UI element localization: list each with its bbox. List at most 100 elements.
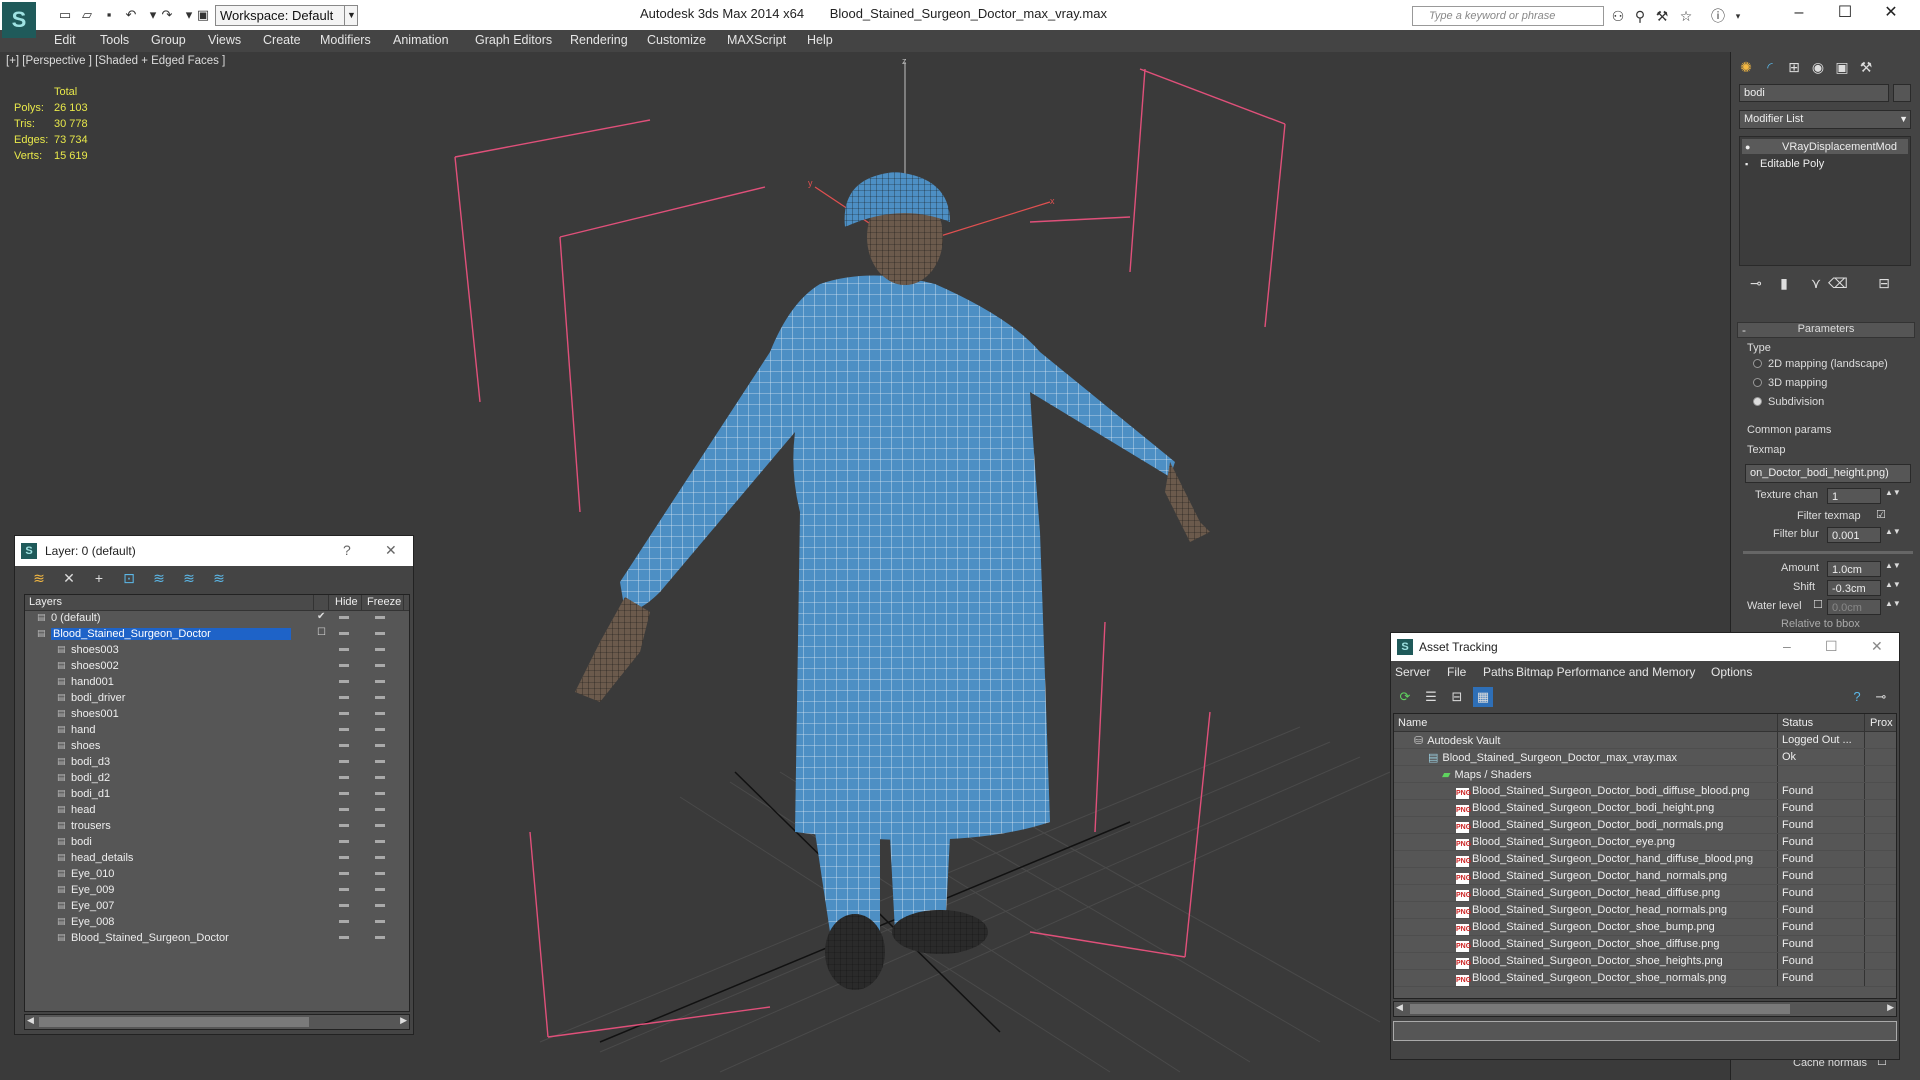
spinner-icon[interactable]: ▲▼ (1885, 527, 1901, 536)
column-status[interactable]: Status (1782, 717, 1813, 729)
freeze-toggle[interactable]: ▬ (375, 755, 389, 766)
freeze-toggle[interactable]: ▬ (375, 659, 389, 670)
freeze-toggle[interactable]: ▬ (375, 771, 389, 782)
freeze-toggle[interactable]: ▬ (375, 851, 389, 862)
hide-toggle[interactable]: ▬ (339, 867, 353, 878)
close-icon[interactable]: ✕ (1871, 638, 1883, 655)
menu-group[interactable]: Group (151, 33, 186, 47)
object-color-swatch[interactable] (1893, 84, 1911, 102)
freeze-toggle[interactable]: ▬ (375, 691, 389, 702)
app-logo-icon[interactable]: S (2, 2, 36, 38)
asset-path-field[interactable] (1393, 1021, 1897, 1041)
minimize-icon[interactable]: – (1783, 638, 1791, 654)
hide-toggle[interactable]: ▬ (339, 787, 353, 798)
asset-row[interactable]: PNGBlood_Stained_Surgeon_Doctor_shoe_dif… (1394, 936, 1896, 953)
minimize-icon[interactable]: – (1776, 0, 1822, 26)
project-folder-icon[interactable]: ▣ (194, 6, 212, 24)
menu-help[interactable]: Help (807, 33, 833, 47)
freeze-toggle[interactable]: ▬ (375, 675, 389, 686)
asset-row[interactable]: PNGBlood_Stained_Surgeon_Doctor_shoe_bum… (1394, 919, 1896, 936)
new-layer-icon[interactable]: ≋ (29, 570, 49, 588)
asset-row[interactable]: ▤ Blood_Stained_Surgeon_Doctor_max_vray.m… (1394, 749, 1896, 766)
help-icon[interactable]: ? (1847, 687, 1867, 707)
menu-modifiers[interactable]: Modifiers (320, 33, 371, 47)
layer-row[interactable]: ▤ hand ▬ ▬ (25, 723, 409, 739)
scroll-right-icon[interactable]: ▶ (400, 1015, 407, 1026)
binoculars-icon[interactable]: ⚇ (1608, 7, 1628, 25)
chevron-down-icon[interactable]: ▼ (344, 5, 358, 26)
texmap-button[interactable]: on_Doctor_bodi_height.png) (1745, 464, 1911, 483)
menu-maxscript[interactable]: MAXScript (727, 33, 786, 47)
thumbnail-view-icon[interactable]: ⊟ (1447, 687, 1467, 707)
menu-tools[interactable]: Tools (100, 33, 129, 47)
layer-row[interactable]: ▤ bodi_driver ▬ ▬ (25, 691, 409, 707)
layer-row[interactable]: ▤ bodi_d2 ▬ ▬ (25, 771, 409, 787)
scroll-left-icon[interactable]: ◀ (27, 1015, 34, 1026)
freeze-toggle[interactable]: ▬ (375, 643, 389, 654)
layer-row[interactable]: ▤ Blood_Stained_Surgeon_Doctor ▬ ▬ (25, 931, 409, 947)
asset-menu-options[interactable]: Options (1711, 665, 1752, 679)
menu-views[interactable]: Views (208, 33, 241, 47)
asset-row[interactable]: PNGBlood_Stained_Surgeon_Doctor_bodi_hei… (1394, 800, 1896, 817)
shift-input[interactable]: -0.3cm (1827, 580, 1881, 596)
layer-row[interactable]: ▤ bodi ▬ ▬ (25, 835, 409, 851)
asset-row[interactable]: PNGBlood_Stained_Surgeon_Doctor_shoe_nor… (1394, 970, 1896, 987)
remove-modifier-icon[interactable]: ⌫ (1827, 272, 1849, 294)
menu-create[interactable]: Create (263, 33, 301, 47)
freeze-toggle[interactable]: ▬ (375, 867, 389, 878)
layer-row[interactable]: ▤ shoes001 ▬ ▬ (25, 707, 409, 723)
freeze-toggle[interactable]: ▬ (375, 899, 389, 910)
parameters-rollout-header[interactable]: - Parameters (1737, 322, 1915, 338)
hide-toggle[interactable]: ▬ (339, 755, 353, 766)
scrollbar-thumb[interactable] (39, 1017, 309, 1027)
pin-stack-icon[interactable]: ⊸ (1745, 272, 1767, 294)
hide-toggle[interactable]: ▬ (339, 707, 353, 718)
help-icon[interactable]: ? (343, 542, 351, 558)
freeze-toggle[interactable]: ▬ (375, 915, 389, 926)
maximize-icon[interactable]: ☐ (1822, 0, 1868, 26)
layer-row[interactable]: ▤ head ▬ ▬ (25, 803, 409, 819)
viewport-label[interactable]: [+] [Perspective ] [Shaded + Edged Faces… (6, 55, 225, 67)
radio-3d-mapping[interactable]: 3D mapping (1753, 377, 1827, 389)
spinner-icon[interactable]: ▲▼ (1885, 599, 1901, 608)
asset-menu-bitmap-performance[interactable]: Bitmap Performance and Memory (1516, 665, 1695, 679)
freeze-toggle[interactable]: ▬ (375, 835, 389, 846)
freeze-all-icon[interactable]: ≋ (209, 570, 229, 588)
hierarchy-tab-icon[interactable]: ⊞ (1783, 56, 1805, 78)
undo-icon[interactable]: ↶ (122, 6, 140, 24)
layer-row[interactable]: ▤ Eye_007 ▬ ▬ (25, 899, 409, 915)
workspace-dropdown[interactable]: Workspace: Default (215, 5, 358, 26)
layer-row[interactable]: ▤ shoes003 ▬ ▬ (25, 643, 409, 659)
maximize-icon[interactable]: ☐ (1825, 638, 1838, 655)
layer-window-titlebar[interactable]: S Layer: 0 (default) ? ✕ (15, 536, 413, 566)
hide-toggle[interactable]: ▬ (339, 691, 353, 702)
freeze-toggle[interactable]: ▬ (375, 723, 389, 734)
asset-menu-paths[interactable]: Paths (1483, 665, 1514, 679)
configure-modifier-sets-icon[interactable]: ⊟ (1873, 272, 1895, 294)
subscription-icon[interactable]: ⚒ (1652, 7, 1672, 25)
asset-row[interactable]: PNGBlood_Stained_Surgeon_Doctor_eye.png F… (1394, 834, 1896, 851)
communication-center-icon[interactable]: ⚲ (1630, 7, 1650, 25)
menu-customize[interactable]: Customize (647, 33, 706, 47)
hide-toggle[interactable]: ▬ (339, 931, 353, 942)
open-file-icon[interactable]: ▱ (78, 6, 96, 24)
asset-window-titlebar[interactable]: S Asset Tracking – ☐ ✕ (1391, 633, 1899, 661)
freeze-toggle[interactable]: ▬ (375, 627, 389, 638)
favorites-star-icon[interactable]: ☆ (1676, 7, 1696, 25)
radio-2d-mapping[interactable]: 2D mapping (landscape) (1753, 358, 1888, 370)
scrollbar-thumb[interactable] (1410, 1004, 1790, 1014)
current-layer-check-icon[interactable]: ✔ (317, 611, 325, 622)
save-file-icon[interactable]: ▪ (100, 6, 118, 24)
spinner-icon[interactable]: ▲▼ (1885, 561, 1901, 570)
lightbulb-icon[interactable]: ● (1745, 139, 1750, 155)
layer-row[interactable]: ▤ bodi_d1 ▬ ▬ (25, 787, 409, 803)
layer-row[interactable]: ▤ shoes002 ▬ ▬ (25, 659, 409, 675)
stack-item-editable-poly[interactable]: ▪ Editable Poly (1742, 156, 1908, 171)
texture-chan-input[interactable]: 1 (1827, 488, 1881, 504)
hide-toggle[interactable]: ▬ (339, 899, 353, 910)
hide-toggle[interactable]: ▬ (339, 819, 353, 830)
layer-row[interactable]: ▤ Eye_010 ▬ ▬ (25, 867, 409, 883)
asset-row[interactable]: PNGBlood_Stained_Surgeon_Doctor_hand_dif… (1394, 851, 1896, 868)
display-tab-icon[interactable]: ▣ (1831, 56, 1853, 78)
column-proxy[interactable]: Prox (1870, 717, 1893, 729)
